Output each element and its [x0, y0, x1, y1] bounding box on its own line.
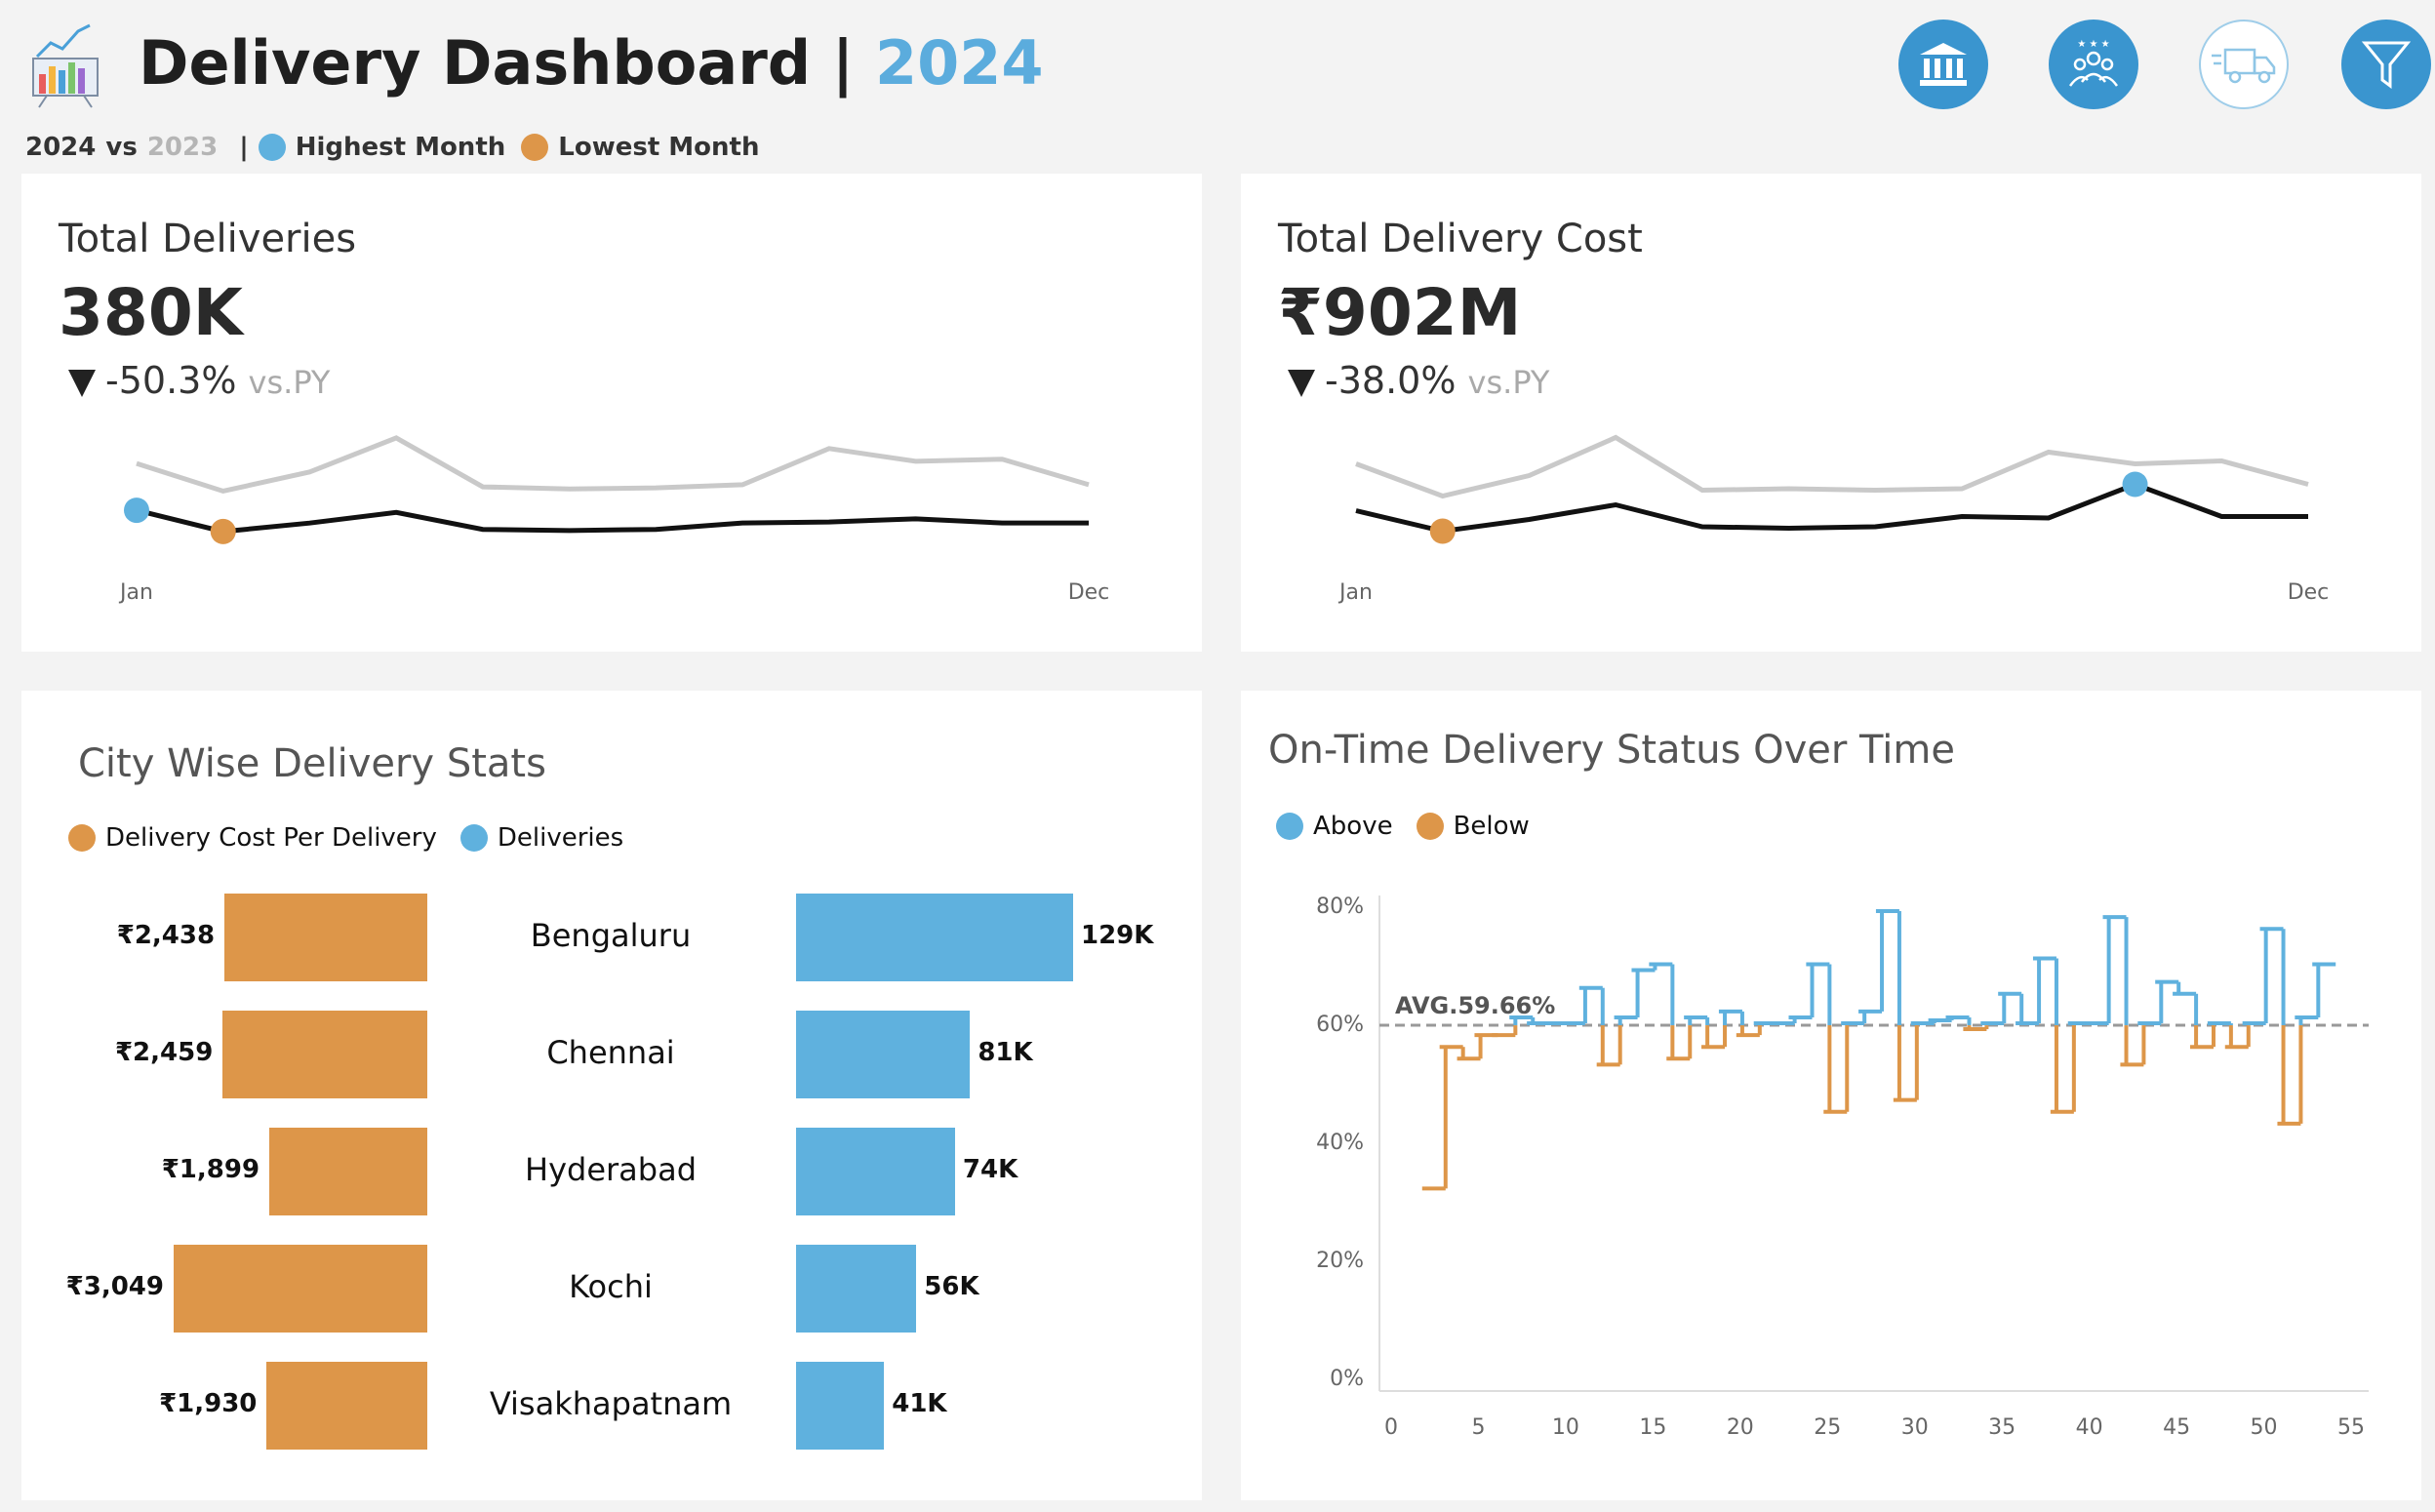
team-icon: ★ ★ ★: [2068, 39, 2119, 87]
x-axis-end-label: Dec: [1068, 580, 1110, 605]
x-tick-label: 10: [1552, 1415, 1579, 1440]
prior-year-line: [1355, 434, 2309, 499]
y-tick-label: 20%: [1316, 1249, 1364, 1273]
year-legend: 2024 vs 2023 | Highest Month Lowest Mont…: [25, 133, 760, 162]
kpi-deliveries-vs: vs.PY: [248, 364, 331, 401]
cost-label: ₹2,459: [114, 1038, 214, 1067]
city-label: Hyderabad: [525, 1151, 697, 1188]
x-axis-end-label: Dec: [2288, 580, 2330, 605]
x-axis-start-label: Jan: [118, 580, 153, 605]
current-year-line: [136, 507, 1089, 535]
kpi-deliveries-value: 380K: [59, 275, 243, 350]
city-rows: ₹2,438 Bengaluru 129K ₹2,459 Chennai 81K ₹1,89…: [21, 691, 1202, 1500]
y-tick-label: 80%: [1316, 895, 1364, 919]
team-button[interactable]: ★ ★ ★: [2049, 20, 2138, 109]
delivery-truck-button[interactable]: [2199, 20, 2289, 109]
deliveries-bar: [796, 1245, 917, 1333]
kpi-cost-delta-value: -38.0%: [1325, 359, 1457, 402]
legend-lowest: Lowest Month: [558, 133, 760, 162]
deliveries-label: 56K: [924, 1272, 979, 1301]
title-text: Delivery Dashboard |: [139, 27, 855, 99]
city-stats-panel: City Wise Delivery Stats Delivery Cost P…: [21, 691, 1202, 1500]
cost-label: ₹2,438: [116, 921, 216, 950]
x-tick-label: 50: [2251, 1415, 2278, 1440]
x-tick-label: 35: [1988, 1415, 2016, 1440]
dashboard-logo-icon: [27, 20, 105, 109]
kpi-deliveries-title: Total Deliveries: [59, 217, 357, 261]
kpi-deliveries-delta-value: -50.3%: [105, 359, 237, 402]
highest-month-marker: [2122, 471, 2148, 497]
city-label: Kochi: [569, 1268, 653, 1305]
lowest-month-dot: [521, 134, 549, 161]
svg-text:★ ★ ★: ★ ★ ★: [2077, 39, 2109, 50]
cost-label: ₹1,930: [159, 1389, 258, 1418]
deliveries-bar: [796, 1011, 971, 1098]
cost-label: ₹1,899: [161, 1155, 260, 1184]
page-title: Delivery Dashboard | 2024: [139, 27, 1044, 99]
y-tick-label: 40%: [1316, 1131, 1364, 1155]
kpi-cost-vs: vs.PY: [1467, 364, 1550, 401]
deliveries-bar: [796, 1128, 955, 1215]
kpi-deliveries-delta: -50.3% vs.PY: [68, 359, 330, 402]
y-tick-label: 0%: [1330, 1367, 1364, 1391]
bank-icon: [1920, 43, 1967, 86]
city-label: Chennai: [546, 1034, 675, 1071]
filter-icon: [2361, 41, 2412, 89]
kpi-cost-panel: Total Delivery Cost ₹902M -38.0% vs.PY J…: [1241, 174, 2421, 652]
deliveries-bar: [796, 894, 1073, 981]
y-tick-label: 60%: [1316, 1013, 1364, 1037]
deliveries-label: 81K: [978, 1038, 1033, 1067]
cost-sparkline: Jan Dec: [1337, 434, 2330, 605]
cost-bar: [266, 1362, 427, 1450]
cost-bar: [224, 894, 427, 981]
title-year: 2024: [875, 27, 1044, 99]
filter-button[interactable]: [2341, 20, 2431, 109]
cost-bar: [222, 1011, 427, 1098]
kpi-cost-title: Total Delivery Cost: [1278, 217, 1643, 261]
cost-bar: [269, 1128, 427, 1215]
x-tick-label: 20: [1727, 1415, 1754, 1440]
lowest-month-marker: [210, 518, 236, 544]
down-arrow-icon: [1288, 369, 1315, 397]
x-tick-label: 5: [1471, 1415, 1485, 1440]
x-tick-label: 25: [1814, 1415, 1841, 1440]
legend-vs: vs: [105, 133, 138, 162]
legend-highest: Highest Month: [295, 133, 506, 162]
ontime-chart: 0% 20% 40% 60% 80% 0 5 10 15 20 25 30 35 40 45 50 55 AVG.…: [1316, 895, 2369, 1440]
legend-separator: |: [239, 133, 249, 162]
average-label: AVG.59.66%: [1395, 992, 1555, 1019]
ontime-panel: On-Time Delivery Status Over Time Above …: [1241, 691, 2421, 1500]
kpi-cost-delta: -38.0% vs.PY: [1288, 359, 1549, 402]
highest-month-marker: [124, 497, 149, 524]
x-tick-label: 0: [1384, 1415, 1398, 1440]
kpi-deliveries-panel: Total Deliveries 380K -50.3% vs.PY Jan De…: [21, 174, 1202, 652]
cost-label: ₹3,049: [65, 1272, 164, 1301]
deliveries-label: 74K: [962, 1155, 1018, 1184]
x-tick-label: 40: [2076, 1415, 2103, 1440]
x-tick-label: 30: [1901, 1415, 1929, 1440]
city-label: Bengaluru: [530, 917, 692, 954]
x-tick-label: 15: [1639, 1415, 1666, 1440]
kpi-cost-value: ₹902M: [1278, 275, 1522, 350]
x-tick-label: 55: [2337, 1415, 2365, 1440]
deliveries-label: 129K: [1081, 921, 1154, 950]
legend-current-year: 2024: [25, 133, 97, 162]
deliveries-label: 41K: [892, 1389, 947, 1418]
cost-bar: [174, 1245, 427, 1333]
bank-button[interactable]: [1898, 20, 1988, 109]
deliveries-sparkline: Jan Dec: [118, 435, 1110, 605]
x-tick-label: 45: [2163, 1415, 2190, 1440]
city-label: Visakhapatnam: [489, 1385, 733, 1422]
highest-month-dot: [258, 134, 286, 161]
legend-prior-year: 2023: [146, 133, 219, 162]
deliveries-bar: [796, 1362, 885, 1450]
truck-icon: [2212, 48, 2276, 84]
down-arrow-icon: [68, 369, 96, 397]
prior-year-line: [136, 435, 1090, 495]
lowest-month-marker: [1429, 518, 1456, 544]
x-axis-start-label: Jan: [1337, 580, 1373, 605]
